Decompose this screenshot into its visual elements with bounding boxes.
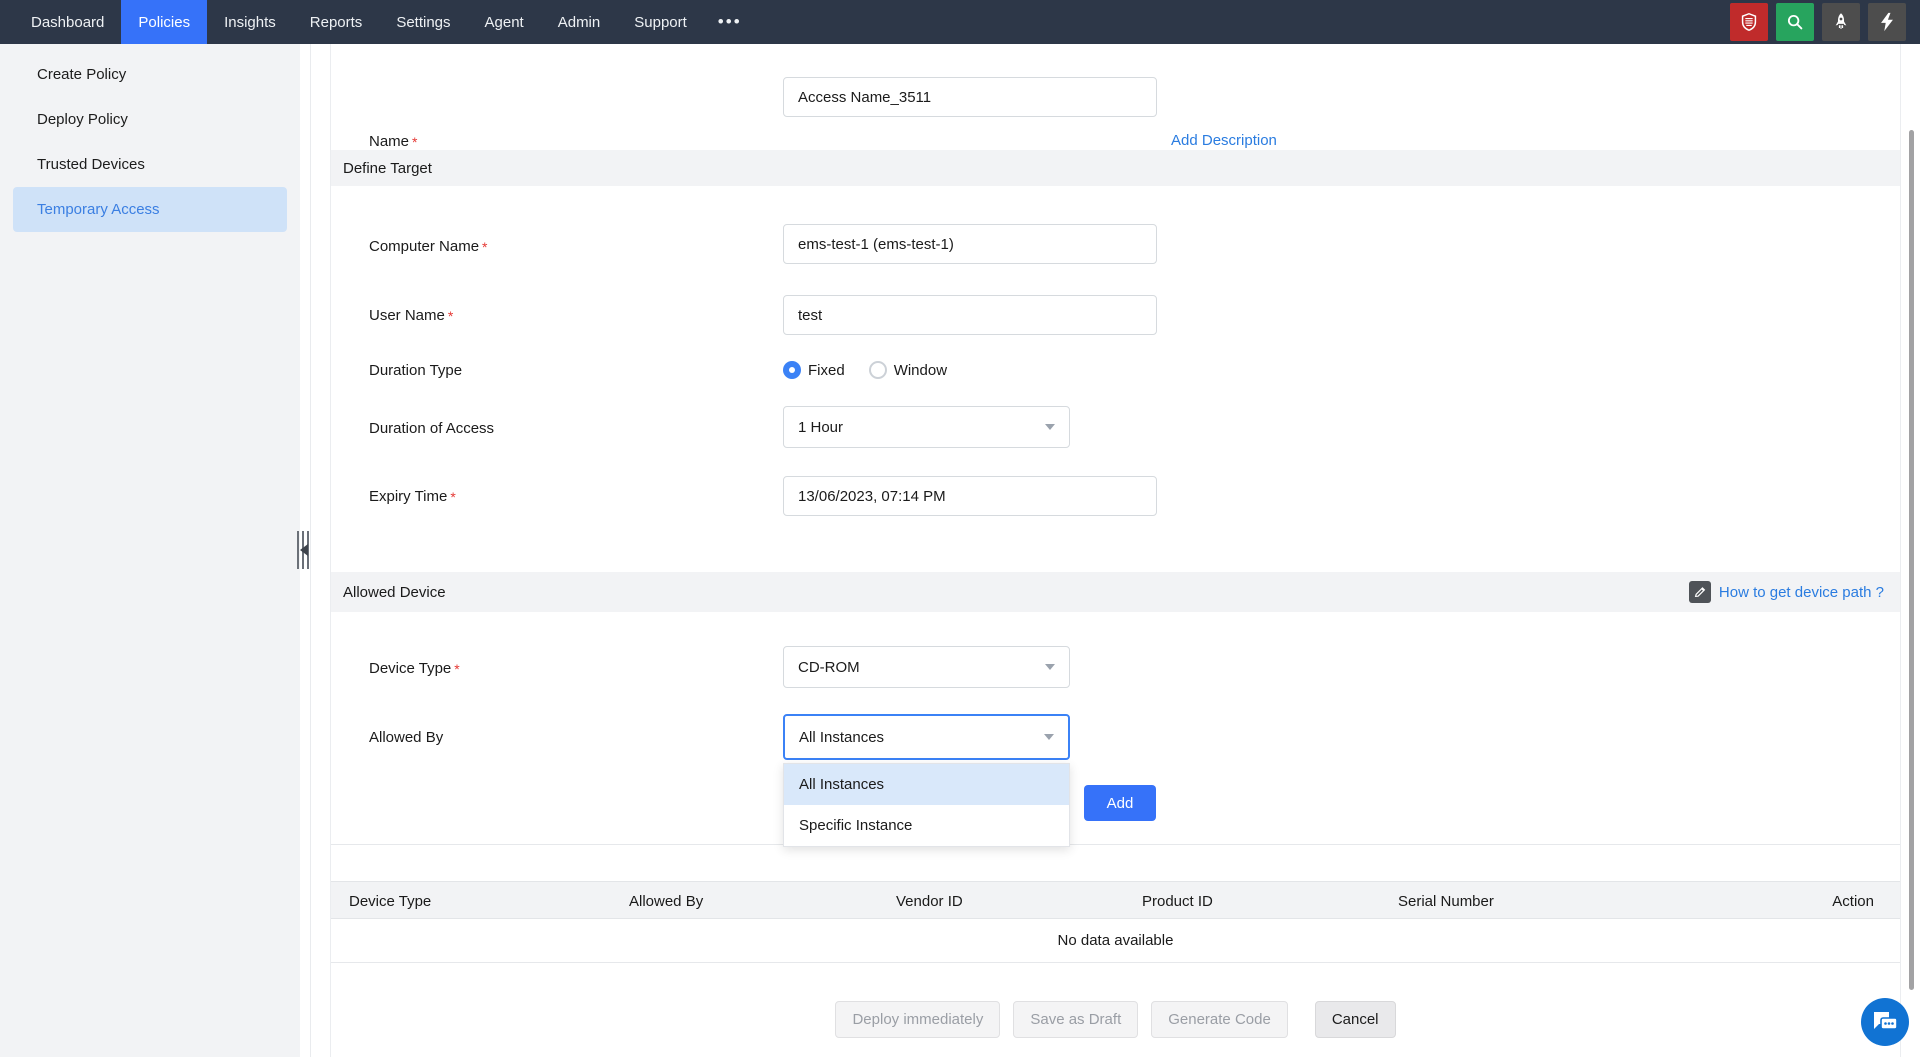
sidebar-collapse-handle[interactable] [297,531,312,569]
nav-item-settings[interactable]: Settings [379,0,467,44]
duration-of-access-value: 1 Hour [798,419,843,436]
add-description-link[interactable]: Add Description [1171,132,1277,149]
quick-actions-button[interactable] [1868,3,1906,41]
form-actions: Deploy immediately Save as Draft Generat… [331,1001,1900,1038]
nav-more-menu[interactable]: ••• [704,0,756,44]
temporary-access-form: Name* Add Description Define Target Comp… [330,44,1901,1057]
device-type-label: Device Type* [369,659,460,679]
duration-of-access-dropdown[interactable]: 1 Hour [783,406,1070,448]
allowed-by-dropdown[interactable]: All Instances [783,714,1070,760]
nav-item-reports[interactable]: Reports [293,0,380,44]
lightning-icon [1876,11,1898,33]
define-target-title: Define Target [343,160,432,177]
col-serial-number: Serial Number [1398,882,1494,920]
top-nav: Dashboard Policies Insights Reports Sett… [0,0,1920,44]
collapse-left-icon [300,544,308,556]
search-icon [1784,11,1806,33]
allowed-by-options-menu: All Instances Specific Instance [783,763,1070,847]
expiry-time-label: Expiry Time* [369,487,456,507]
required-marker: * [412,134,417,150]
computer-name-input[interactable] [783,224,1157,264]
device-type-value: CD-ROM [798,659,860,676]
duration-type-radio-group: Fixed Window [783,361,947,379]
sidebar: Create Policy Deploy Policy Trusted Devi… [0,44,300,1057]
radio-fixed[interactable]: Fixed [783,361,845,379]
allowed-devices-table-header: Device Type Allowed By Vendor ID Product… [331,881,1900,919]
option-specific-instance[interactable]: Specific Instance [784,805,1069,846]
save-as-draft-button: Save as Draft [1013,1001,1138,1038]
radio-window[interactable]: Window [869,361,947,379]
duration-of-access-label: Duration of Access [369,419,494,439]
name-label: Name* [369,132,417,152]
nav-item-support[interactable]: Support [617,0,704,44]
duration-type-label: Duration Type [369,361,462,381]
radio-selected-icon [783,361,801,379]
nav-icon-buttons [1730,3,1906,41]
device-path-help-link[interactable]: How to get device path ? [1719,584,1884,601]
sidebar-item-create-policy[interactable]: Create Policy [0,52,300,97]
name-input[interactable] [783,77,1157,117]
nav-item-policies[interactable]: Policies [121,0,207,44]
required-marker: * [448,308,453,324]
option-all-instances[interactable]: All Instances [784,764,1069,805]
radio-unselected-icon [869,361,887,379]
allowed-device-title: Allowed Device [343,584,446,601]
generate-code-button: Generate Code [1151,1001,1288,1038]
radio-fixed-label: Fixed [808,362,845,379]
nav-item-insights[interactable]: Insights [207,0,293,44]
device-type-dropdown[interactable]: CD-ROM [783,646,1070,688]
search-button[interactable] [1776,3,1814,41]
expiry-time-input[interactable] [783,476,1157,516]
required-marker: * [450,489,455,505]
col-vendor-id: Vendor ID [896,882,963,920]
deploy-immediately-button: Deploy immediately [835,1001,1000,1038]
sidebar-item-trusted-devices[interactable]: Trusted Devices [0,142,300,187]
edit-note-icon [1689,581,1711,603]
nav-menu: Dashboard Policies Insights Reports Sett… [14,0,756,44]
add-button[interactable]: Add [1084,785,1156,821]
nav-item-admin[interactable]: Admin [541,0,618,44]
define-target-section-header: Define Target [331,150,1900,186]
chevron-down-icon [1045,424,1055,430]
allowed-by-label: Allowed By [369,728,443,748]
section-divider [331,844,1900,845]
col-allowed-by: Allowed By [629,882,703,920]
sidebar-item-deploy-policy[interactable]: Deploy Policy [0,97,300,142]
radio-window-label: Window [894,362,947,379]
shield-icon [1738,11,1760,33]
required-marker: * [482,239,487,255]
nav-item-dashboard[interactable]: Dashboard [14,0,121,44]
computer-name-label: Computer Name* [369,237,488,257]
col-device-type: Device Type [349,882,431,920]
chevron-down-icon [1045,664,1055,670]
cancel-button[interactable]: Cancel [1315,1001,1396,1038]
col-product-id: Product ID [1142,882,1213,920]
shield-security-button[interactable] [1730,3,1768,41]
allowed-device-section-header: Allowed Device How to get device path ? [331,572,1900,612]
sidebar-item-temporary-access[interactable]: Temporary Access [13,187,287,232]
rocket-button[interactable] [1822,3,1860,41]
vertical-scrollbar[interactable] [1909,130,1914,990]
app-window: Dashboard Policies Insights Reports Sett… [0,0,1920,1057]
no-data-text: No data available [1058,932,1174,949]
rocket-icon [1830,11,1852,33]
nav-item-agent[interactable]: Agent [468,0,541,44]
chat-bubbles-icon [1860,997,1910,1047]
user-name-label: User Name* [369,306,453,326]
chat-support-button[interactable] [1860,997,1910,1047]
table-empty-row: No data available [331,919,1900,963]
required-marker: * [454,661,459,677]
chevron-down-icon [1044,734,1054,740]
user-name-input[interactable] [783,295,1157,335]
allowed-by-value: All Instances [799,729,884,746]
col-action: Action [1832,882,1874,920]
